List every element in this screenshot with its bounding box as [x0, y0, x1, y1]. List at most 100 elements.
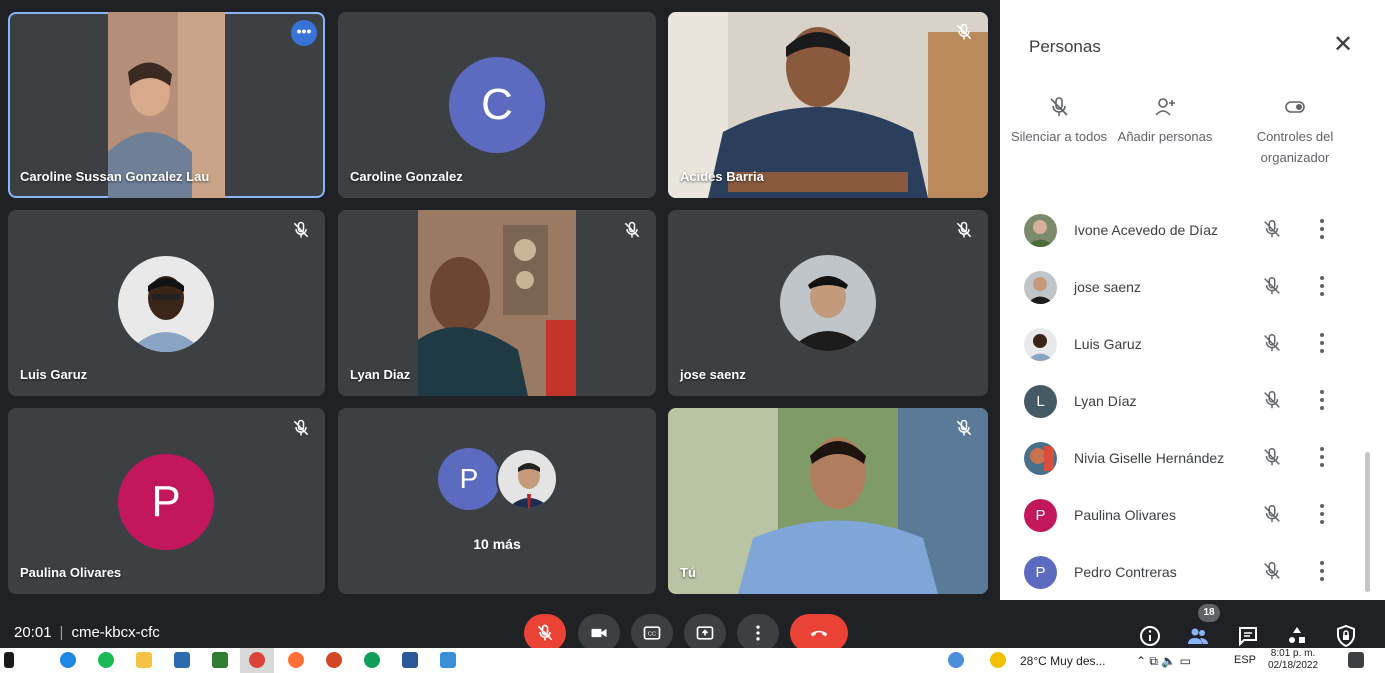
notifications-icon[interactable] [1348, 652, 1364, 668]
list-item[interactable]: Nivia Giselle Hernández [1004, 430, 1372, 487]
participant-tile-luis-garuz[interactable]: Luis Garuz [8, 210, 325, 396]
participant-avatar [496, 448, 558, 510]
more-vert-icon[interactable] [1316, 387, 1328, 413]
more-vert-icon[interactable] [1316, 216, 1328, 242]
spotify-icon[interactable] [98, 652, 114, 668]
end-call-icon [810, 630, 828, 637]
participant-name: Luis Garuz [20, 367, 88, 382]
file-explorer-icon[interactable] [136, 652, 152, 668]
language-indicator[interactable]: ESP [1234, 654, 1256, 666]
participant-avatar [1024, 442, 1057, 475]
more-vert-icon [756, 625, 760, 641]
list-item[interactable]: L Lyan Díaz [1004, 373, 1372, 430]
more-vert-icon[interactable] [1316, 273, 1328, 299]
mic-off-icon[interactable] [1261, 446, 1283, 468]
list-item[interactable]: jose saenz [1004, 259, 1372, 316]
participant-tile-jose-saenz[interactable]: jose saenz [668, 210, 988, 396]
participant-name: Lyan Diaz [350, 367, 411, 382]
host-controls-button[interactable]: Controles del organizador [1240, 94, 1350, 168]
lock-shield-icon[interactable] [1334, 624, 1358, 648]
participant-tile-lyan-diaz[interactable]: Lyan Diaz [338, 210, 656, 396]
chat-icon[interactable] [1236, 624, 1260, 648]
mic-off-icon[interactable] [1261, 332, 1283, 354]
leave-call-button[interactable] [790, 614, 848, 652]
mic-off-icon[interactable] [1261, 275, 1283, 297]
people-icon[interactable] [1186, 624, 1210, 648]
weather-text[interactable]: 28°C Muy des... [1020, 654, 1106, 668]
app-icon[interactable] [440, 652, 456, 668]
firefox-icon[interactable] [288, 652, 304, 668]
list-item[interactable]: Luis Garuz [1004, 316, 1372, 373]
meeting-info: 20:01 | cme-kbcx-cfc [14, 624, 160, 641]
video-grid: ••• Caroline Sussan Gonzalez Lau C Carol… [0, 0, 1000, 648]
participant-avatar: P [1024, 556, 1057, 589]
participant-tile-acides-barria[interactable]: Acides Barria [668, 12, 988, 198]
present-button[interactable] [684, 614, 726, 652]
mic-off-icon[interactable] [1261, 218, 1283, 240]
participant-avatar: P [438, 448, 500, 510]
participant-avatar: P [1024, 499, 1057, 532]
mic-off-icon [956, 419, 972, 436]
action-label: Silenciar a todos [1010, 129, 1108, 144]
list-item[interactable]: P Pedro Contreras [1004, 544, 1372, 601]
info-icon[interactable] [1138, 624, 1162, 648]
more-vert-icon[interactable] [1316, 501, 1328, 527]
activities-icon[interactable] [1285, 624, 1309, 648]
participant-name: Pedro Contreras [1074, 564, 1177, 580]
start-icon[interactable] [4, 652, 14, 668]
scrollbar[interactable] [1365, 452, 1370, 592]
participant-tile-paulina-olivares[interactable]: P Paulina Olivares [8, 408, 325, 594]
more-options-button[interactable]: ••• [291, 20, 317, 46]
present-screen-icon [696, 626, 714, 640]
participant-avatar: P [118, 454, 214, 550]
chrome-alt-icon[interactable] [364, 652, 380, 668]
participant-name: Caroline Gonzalez [350, 169, 463, 184]
action-label: Controles del organizador [1256, 129, 1334, 165]
meeting-time: 20:01 [14, 624, 52, 641]
participant-name: Caroline Sussan Gonzalez Lau [20, 169, 210, 184]
participant-name: Acides Barria [680, 169, 764, 184]
powerpoint-icon[interactable] [326, 652, 342, 668]
mic-off-icon [293, 419, 309, 436]
participant-avatar: C [449, 57, 545, 153]
more-participants-tile[interactable]: P 10 más [338, 408, 656, 594]
word-icon[interactable] [402, 652, 418, 668]
participant-video [418, 210, 576, 396]
more-vert-icon[interactable] [1316, 330, 1328, 356]
participant-tile-caroline-gonzalez[interactable]: C Caroline Gonzalez [338, 12, 656, 198]
more-participants-label: 10 más [473, 536, 521, 552]
more-vert-icon[interactable] [1316, 444, 1328, 470]
chrome-icon[interactable] [249, 652, 265, 668]
close-icon[interactable]: ✕ [1332, 33, 1354, 57]
camera-toggle-button[interactable] [578, 614, 620, 652]
participant-avatar [780, 255, 876, 351]
participant-name: Tú [680, 565, 696, 580]
participant-name: Paulina Olivares [1074, 507, 1176, 523]
tray-icons[interactable]: ⌃ ⧉ 🔈 ▭ [1136, 654, 1191, 669]
mic-off-icon[interactable] [1261, 503, 1283, 525]
weather-icon [990, 652, 1006, 668]
system-clock[interactable]: 8:01 p. m. 02/18/2022 [1268, 648, 1318, 672]
mic-off-icon[interactable] [1261, 560, 1283, 582]
app-icon[interactable] [212, 652, 228, 668]
clock-time: 8:01 p. m. [1270, 648, 1316, 659]
action-label: Añadir personas [1117, 129, 1213, 144]
participant-avatar [1024, 328, 1057, 361]
list-item[interactable]: P Paulina Olivares [1004, 487, 1372, 544]
more-options-button[interactable] [737, 614, 779, 652]
participant-tile-caroline-sussan[interactable]: ••• Caroline Sussan Gonzalez Lau [8, 12, 325, 198]
mic-off-icon[interactable] [1261, 389, 1283, 411]
mail-icon[interactable] [174, 652, 190, 668]
edge-icon[interactable] [60, 652, 76, 668]
mute-all-button[interactable]: Silenciar a todos [1004, 94, 1114, 147]
participant-avatar [1024, 214, 1057, 247]
meet-window: ••• Caroline Sussan Gonzalez Lau C Carol… [0, 0, 1385, 652]
self-view-tile[interactable]: Tú [668, 408, 988, 594]
more-vert-icon[interactable] [1316, 558, 1328, 584]
participant-name: Lyan Díaz [1074, 393, 1137, 409]
list-item[interactable]: Ivone Acevedo de Díaz [1004, 202, 1372, 259]
help-icon[interactable] [948, 652, 964, 668]
captions-button[interactable]: CC [631, 614, 673, 652]
add-people-button[interactable]: Añadir personas [1110, 94, 1220, 147]
mic-toggle-button[interactable] [524, 614, 566, 652]
